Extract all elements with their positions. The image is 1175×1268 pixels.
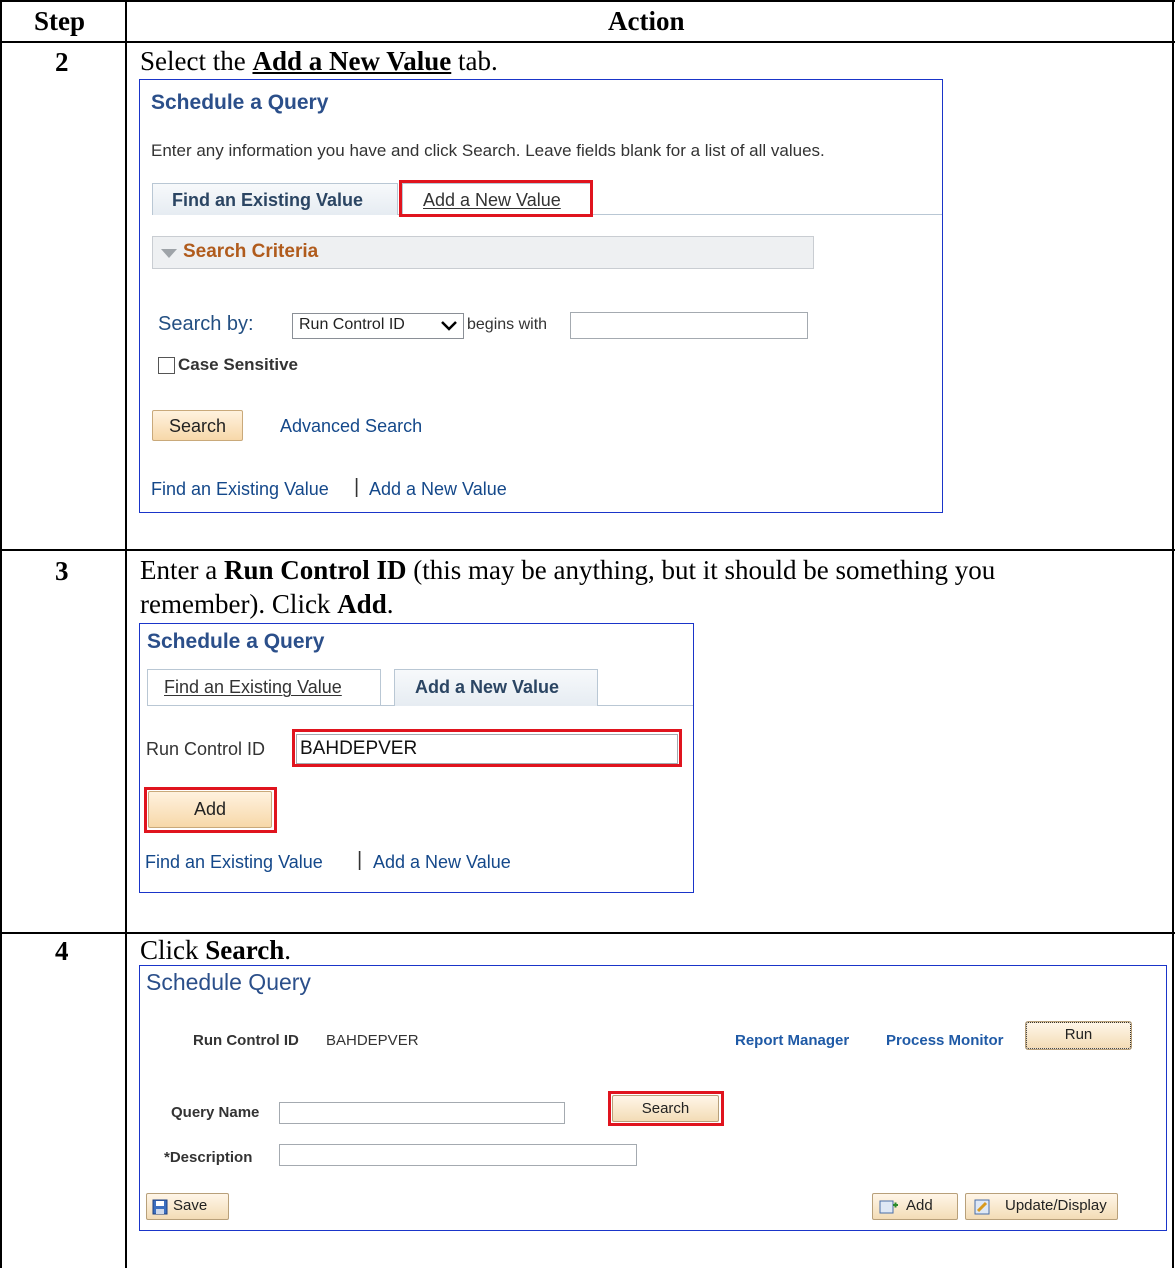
run-button[interactable]: Run [1025,1021,1132,1050]
page-title: Schedule a Query [147,630,325,653]
run-control-id-input[interactable]: BAHDEPVER [296,734,678,764]
link-separator: | [354,476,360,498]
update-display-button[interactable]: Update/Display [965,1193,1118,1220]
tab-label: Find an Existing Value [164,677,342,697]
instruction-text: Enter a [140,555,224,585]
page-title: Schedule Query [146,969,311,995]
tab-add-new-value[interactable]: Add a New Value [394,669,598,706]
search-by-select[interactable]: Run Control ID [292,313,464,339]
update-display-label: Update/Display [1005,1197,1107,1214]
link-separator: | [357,849,363,871]
table-row-divider-3-4 [0,932,1175,934]
case-sensitive-checkbox[interactable] [158,357,175,374]
case-sensitive-label: Case Sensitive [178,355,299,374]
update-display-icon [974,1199,990,1215]
table-border-top [0,0,1175,2]
instruction-emphasis: Add [337,589,387,619]
instruction-emphasis: Run Control ID [223,555,407,585]
add-button[interactable]: Add [872,1193,958,1220]
advanced-search-link[interactable]: Advanced Search [280,416,422,437]
tab-find-existing-value[interactable]: Find an Existing Value [147,669,381,705]
add-icon [879,1200,898,1214]
instruction-emphasis: Add a New Value [252,46,452,76]
screenshot-schedule-a-query-search: Schedule a Query Enter any information y… [139,79,943,513]
instruction-emphasis: Search [205,935,285,965]
step-instruction: Click Search. [140,935,291,966]
find-existing-value-link[interactable]: Find an Existing Value [145,852,323,873]
add-button-label: Add [906,1197,933,1214]
run-control-id-label: Run Control ID [193,1032,299,1049]
query-name-label: Query Name [171,1104,260,1121]
instruction-text: remember). Click [140,589,338,619]
step-instruction-line2: remember). Click Add. [140,589,393,620]
instruction-text: . [284,935,291,965]
step-number: 3 [55,556,69,586]
report-manager-link[interactable]: Report Manager [735,1032,849,1049]
save-button[interactable]: Save [146,1193,229,1220]
page-title: Schedule a Query [151,91,329,114]
search-button[interactable]: Search [612,1095,719,1122]
collapse-triangle-icon [161,249,177,258]
header-action: Action [608,6,685,36]
chevron-down-icon [441,321,457,331]
add-new-value-link[interactable]: Add a New Value [369,479,507,500]
instruction-text: (this may be anything, but it should be … [406,555,996,585]
process-monitor-link[interactable]: Process Monitor [886,1032,1004,1049]
screenshot-schedule-query: Schedule Query Run Control ID BAHDEPVER … [139,965,1167,1231]
run-control-id-label: Run Control ID [146,739,266,759]
instruction-text: . [386,589,394,619]
screenshot-schedule-a-query-add: Schedule a Query Find an Existing Value … [139,623,694,893]
search-button[interactable]: Search [152,410,243,441]
description-label: *Description [164,1149,253,1166]
instruction-text: Click [140,935,206,965]
step-instruction-line1: Enter a Run Control ID (this may be anyt… [140,555,995,586]
table-border-right [1172,0,1174,1268]
query-name-input[interactable] [279,1102,565,1124]
tab-find-existing-value[interactable]: Find an Existing Value [152,183,398,215]
search-by-label: Search by: [158,313,254,335]
table-header-divider [0,41,1175,43]
instruction-text: tab. [451,46,498,76]
search-value-input[interactable] [570,312,808,339]
step-number: 2 [55,47,69,77]
step-instruction: Select the Add a New Value tab. [140,46,498,77]
table-row-divider-2-3 [0,549,1175,551]
save-button-label: Save [173,1197,208,1214]
add-new-value-link[interactable]: Add a New Value [373,852,511,873]
table-border-left [0,0,2,1268]
page-instructions: Enter any information you have and click… [151,141,825,160]
description-input[interactable] [279,1144,637,1166]
add-button[interactable]: Add [148,791,272,828]
run-control-id-value: BAHDEPVER [326,1032,419,1049]
search-criteria-header[interactable]: Search Criteria [152,236,814,269]
tab-add-new-value[interactable]: Add a New Value [402,183,592,215]
header-step: Step [34,6,86,36]
find-existing-value-link[interactable]: Find an Existing Value [151,479,329,500]
instruction-text: Select the [140,46,253,76]
step-number: 4 [55,936,69,966]
table-column-divider [125,0,127,1268]
section-title: Search Criteria [183,241,319,262]
tab-label: Add a New Value [423,190,561,210]
save-icon [152,1199,168,1215]
select-value: Run Control ID [299,316,405,333]
operator-label: begins with [467,316,548,333]
